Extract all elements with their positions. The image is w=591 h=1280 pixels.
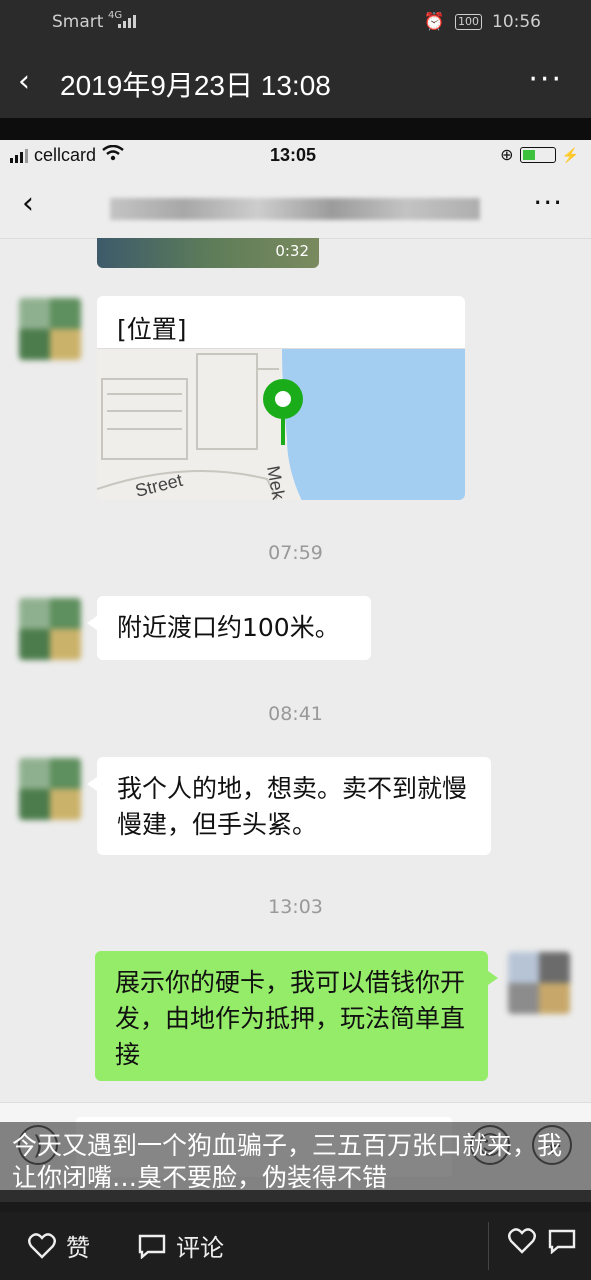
like-label: 赞 (66, 1234, 90, 1262)
rotation-lock-icon: ⊕ (500, 147, 514, 164)
message-timestamp: 08:41 (268, 703, 323, 725)
separator-band (0, 118, 591, 140)
inner-status-bar: cellcard 13:05 ⊕ ⚡ (0, 140, 591, 172)
bottom-action-bar: 赞 评论 (0, 1212, 591, 1280)
comment-button[interactable]: 评论 (138, 1228, 224, 1263)
inner-clock: 13:05 (270, 145, 317, 165)
location-label: [位置] (117, 315, 187, 344)
location-message[interactable]: [位置] Street Mek (97, 296, 465, 500)
signal-icon (118, 14, 136, 28)
my-avatar[interactable] (508, 952, 570, 1014)
map-thumbnail: Street Mek (97, 348, 465, 500)
charging-icon: ⚡ (561, 146, 579, 163)
post-caption: 今天又遇到一个狗血骗子，三五百万张口就来，我让你闭嘴…臭不要脸，伪装得不错 (0, 1122, 591, 1202)
chat-contact-name-blurred (110, 198, 480, 220)
chat-header: ‹ ··· (0, 172, 591, 239)
message-bubble[interactable]: 我个人的地，想卖。卖不到就慢慢建，但手头紧。 (87, 757, 491, 855)
quick-like-button[interactable] (508, 1228, 536, 1254)
message-timestamp: 07:59 (268, 542, 323, 564)
wifi-icon (102, 144, 124, 166)
comment-icon (548, 1229, 576, 1254)
heart-icon (508, 1228, 536, 1254)
message-bubble[interactable]: 附近渡口约100米。 (87, 596, 371, 660)
avatar[interactable] (19, 758, 81, 820)
comment-label: 评论 (176, 1234, 224, 1262)
outer-header: ‹ 2019年9月23日 13:08 ··· (0, 48, 591, 118)
inner-battery-icon (519, 147, 556, 163)
chat-more-icon[interactable]: ··· (533, 186, 563, 219)
video-message[interactable]: 0:32 (97, 238, 319, 268)
post-datetime: 2019年9月23日 13:08 (60, 70, 331, 101)
back-arrow-icon[interactable]: ‹ (18, 64, 30, 99)
video-duration: 0:32 (275, 242, 309, 260)
outer-status-bar: Smart 4G ⏰ 100 10:56 (0, 0, 591, 48)
avatar[interactable] (19, 598, 81, 660)
quick-comment-button[interactable] (548, 1228, 576, 1254)
divider (488, 1222, 489, 1270)
clock: 10:56 (492, 12, 541, 32)
carrier-name: Smart (52, 12, 104, 32)
message-timestamp: 13:03 (268, 896, 323, 918)
more-options-icon[interactable]: ··· (528, 62, 563, 97)
inner-signal-icon (10, 148, 28, 163)
chat-back-icon[interactable]: ‹ (22, 186, 34, 221)
heart-icon (28, 1232, 56, 1259)
comment-icon (138, 1234, 166, 1259)
battery-icon: 100 (455, 14, 482, 30)
chat-screenshot-image: cellcard 13:05 ⊕ ⚡ ‹ ··· 0:32 [位置] Stree… (0, 140, 591, 1190)
sent-message-bubble[interactable]: 展示你的硬卡，我可以借钱你开发，由地作为抵押，玩法简单直接 (95, 951, 498, 1081)
like-button[interactable]: 赞 (28, 1228, 90, 1263)
alarm-icon: ⏰ (423, 12, 445, 32)
avatar[interactable] (19, 298, 81, 360)
inner-carrier: cellcard (34, 145, 97, 165)
